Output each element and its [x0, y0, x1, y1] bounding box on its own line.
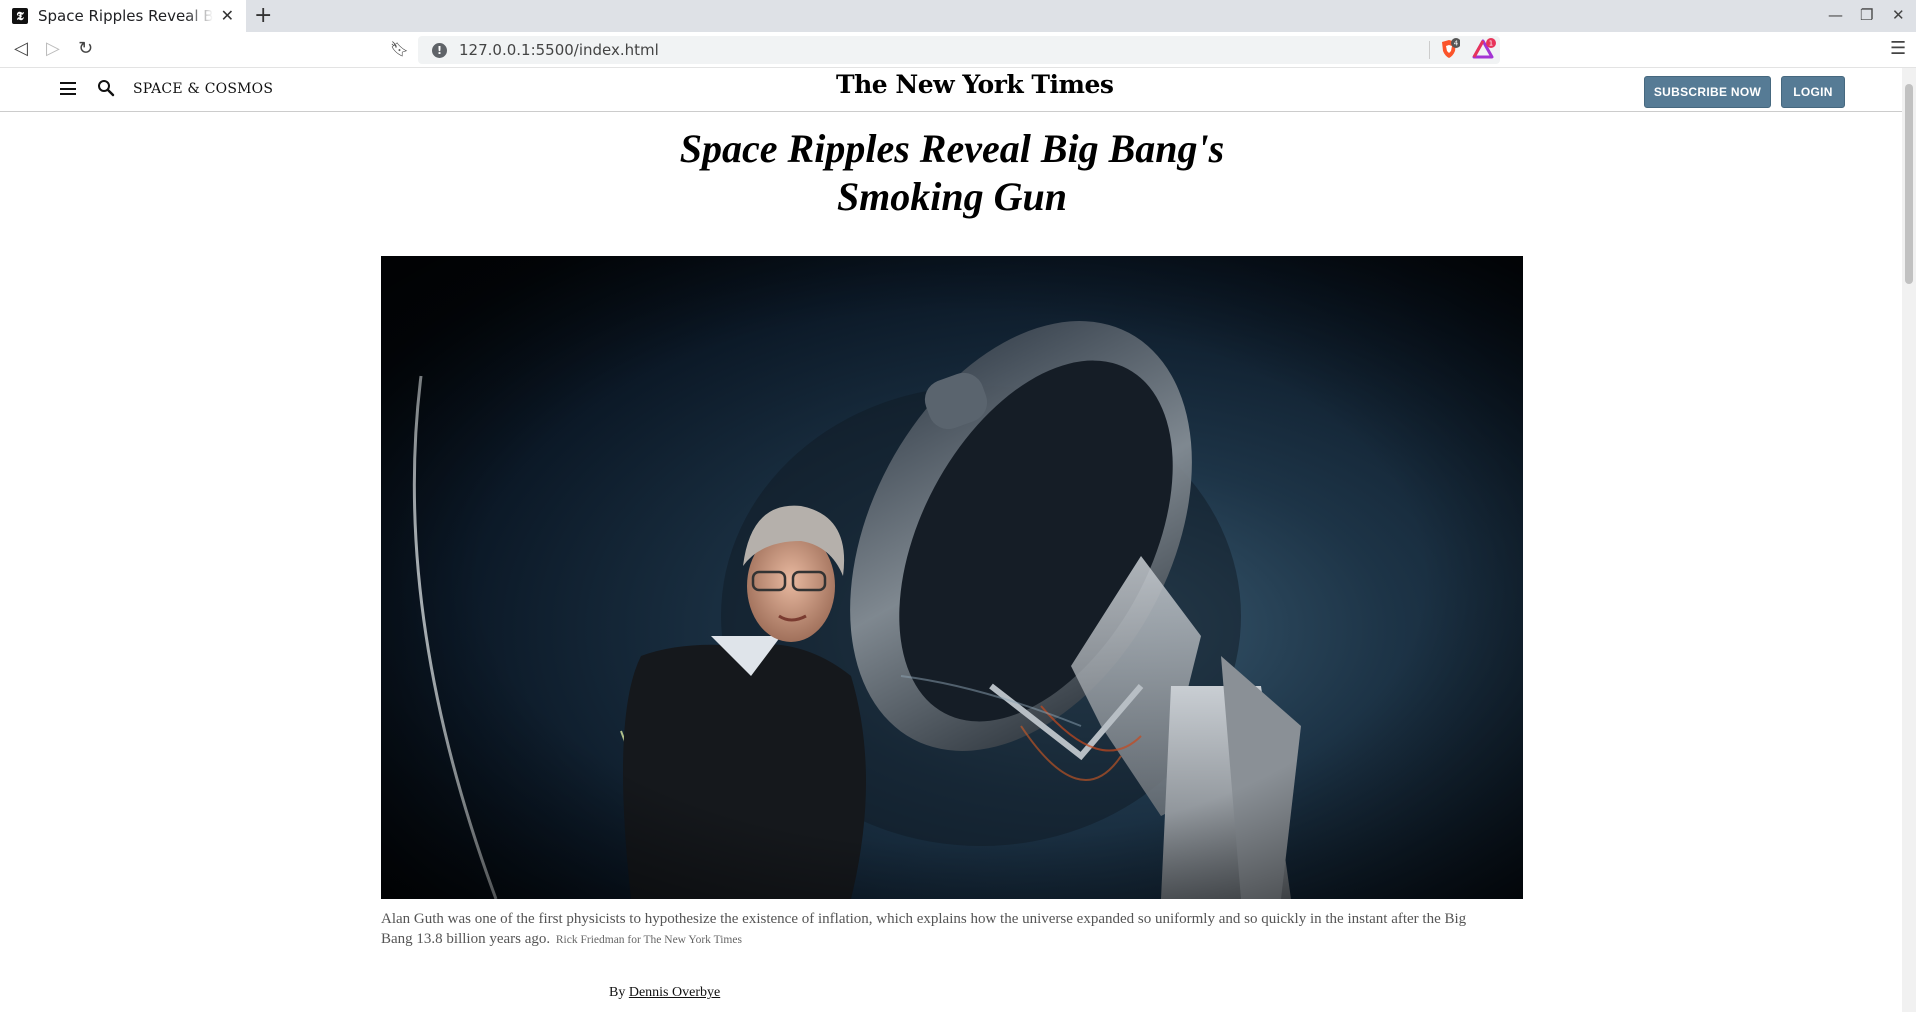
window-close-icon[interactable]: ✕: [1892, 6, 1905, 24]
search-icon[interactable]: [97, 79, 115, 97]
nyt-logo[interactable]: The New York Times: [836, 70, 1114, 99]
byline: By Dennis Overbye: [609, 985, 720, 1001]
browser-toolbar: ◁ ▷ ↻ 🔖︎ ! 127.0.0.1:5500/index.html ☰: [0, 32, 1916, 68]
hamburger-menu-icon[interactable]: [60, 82, 76, 95]
subscribe-button[interactable]: SUBSCRIBE NOW: [1644, 76, 1771, 108]
reload-icon[interactable]: ↻: [78, 38, 93, 59]
brave-shield-icon[interactable]: 4: [1438, 38, 1460, 60]
hero-photo: [381, 256, 1523, 899]
close-tab-icon[interactable]: ✕: [221, 6, 234, 25]
url-text[interactable]: 127.0.0.1:5500/index.html: [459, 41, 659, 59]
shield-count: 4: [1454, 40, 1459, 48]
minimize-icon[interactable]: —: [1828, 6, 1843, 24]
new-tab-icon[interactable]: +: [254, 3, 272, 28]
site-info-icon[interactable]: !: [432, 42, 447, 58]
section-name[interactable]: SPACE & COSMOS: [133, 81, 273, 97]
byline-prefix: By: [609, 985, 626, 1000]
rewards-count: 1: [1489, 40, 1493, 48]
nyt-favicon-icon: 𝕿: [12, 8, 28, 24]
headline-line-1: Space Ripples Reveal Big Bang's: [679, 126, 1225, 171]
photo-credit: Rick Friedman for The New York Times: [555, 934, 742, 946]
scrollbar-thumb[interactable]: [1905, 84, 1913, 284]
brave-rewards-icon[interactable]: 1: [1472, 38, 1496, 60]
forward-icon[interactable]: ▷: [46, 38, 60, 59]
photo-caption: Alan Guth was one of the first physicist…: [381, 909, 1501, 950]
address-bar[interactable]: ! 127.0.0.1:5500/index.html: [418, 36, 1500, 64]
tab-title: Space Ripples Reveal Big Bang's Smoking …: [38, 7, 213, 25]
article-headline: Space Ripples Reveal Big Bang's Smoking …: [381, 125, 1523, 221]
author-link[interactable]: Dennis Overbye: [629, 985, 720, 1000]
restore-icon[interactable]: ❐: [1860, 6, 1873, 24]
headline-line-2: Smoking Gun: [836, 174, 1068, 219]
site-header: SPACE & COSMOS The New York Times SUBSCR…: [0, 68, 1902, 112]
browser-tab[interactable]: 𝕿 Space Ripples Reveal Big Bang's Smokin…: [0, 0, 246, 32]
browser-menu-icon[interactable]: ☰: [1890, 38, 1906, 59]
caption-text: Alan Guth was one of the first physicist…: [381, 911, 1467, 947]
login-button[interactable]: LOGIN: [1781, 76, 1845, 108]
browser-tab-strip: 𝕿 Space Ripples Reveal Big Bang's Smokin…: [0, 0, 1916, 32]
page-scrollbar[interactable]: [1902, 68, 1916, 1012]
bookmark-icon[interactable]: 🔖︎: [390, 40, 409, 58]
omnibox-divider: [1429, 41, 1430, 59]
back-icon[interactable]: ◁: [14, 38, 28, 59]
telescope-portrait-image: [381, 256, 1523, 899]
